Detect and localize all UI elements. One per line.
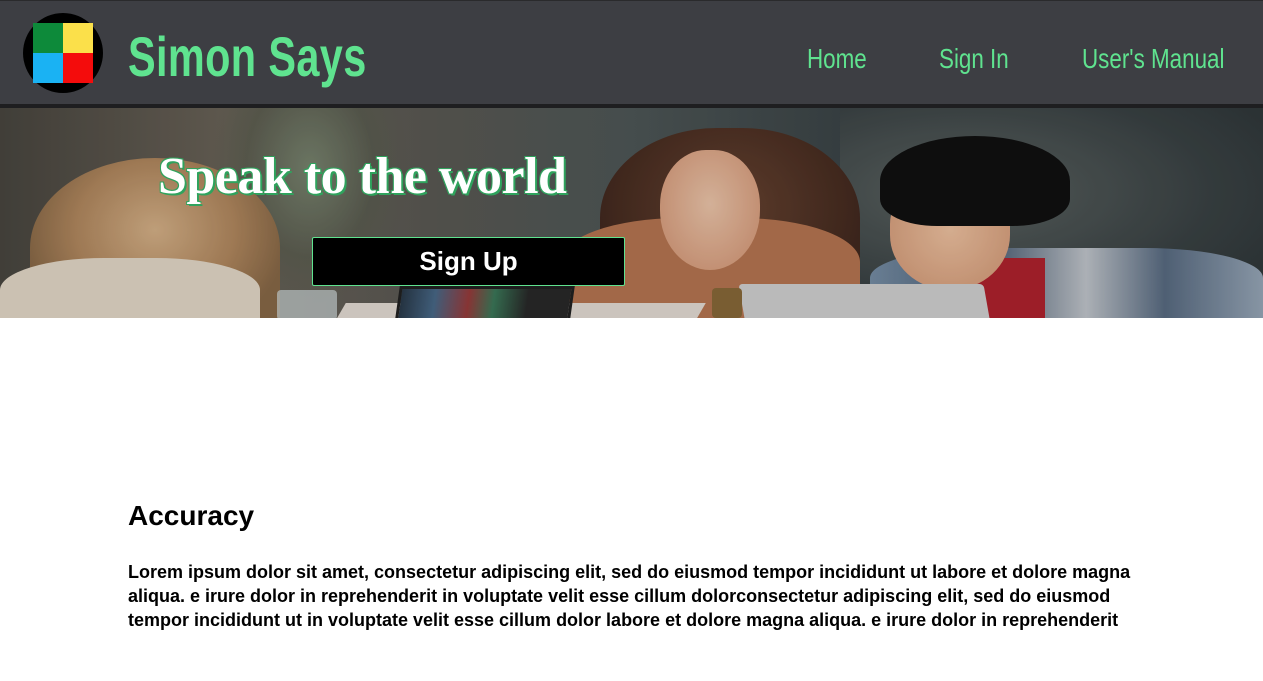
brand-title[interactable]: Simon Says — [128, 21, 367, 93]
sign-up-button[interactable]: Sign Up — [312, 237, 625, 286]
nav-home-link[interactable]: Home — [807, 39, 867, 79]
logo-red-square — [63, 53, 93, 83]
logo-yellow-square — [63, 23, 93, 53]
hero-headline: Speak to the world — [158, 148, 567, 205]
site-header: Simon Says Home Sign In User's Manual — [0, 0, 1263, 108]
nav-sign-in-link[interactable]: Sign In — [939, 39, 1009, 79]
section-heading: Accuracy — [128, 500, 255, 531]
logo-blue-square — [33, 53, 63, 83]
section-paragraph: Lorem ipsum dolor sit amet, consectetur … — [128, 562, 1131, 630]
hero-banner: Speak to the world Sign Up — [0, 108, 1263, 318]
nav-users-manual-link[interactable]: User's Manual — [1082, 39, 1224, 79]
logo-green-square — [33, 23, 63, 53]
simon-says-logo-icon[interactable] — [23, 13, 103, 93]
